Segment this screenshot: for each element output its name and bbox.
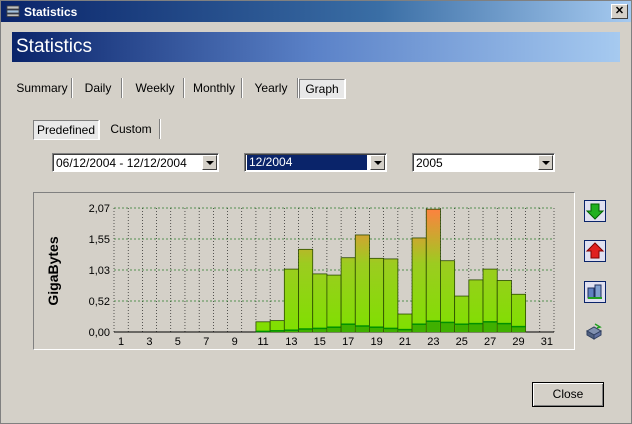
bar-total <box>326 274 342 333</box>
x-tick-labels: 1 3 5 7 9 11 13 15 17 19 21 23 25 27 29 31 <box>118 336 553 348</box>
subtab-predefined[interactable]: Predefined <box>33 120 99 140</box>
bar-upload <box>511 326 526 332</box>
chevron-down-icon[interactable] <box>202 155 217 170</box>
y-tick-label: 2,07 <box>89 203 110 215</box>
close-button[interactable]: Close <box>532 382 604 407</box>
week-select-value: 06/12/2004 - 12/12/2004 <box>56 156 187 170</box>
x-tick-label: 1 <box>118 336 124 348</box>
x-tick-label: 17 <box>342 336 354 348</box>
bar-upload <box>469 323 483 332</box>
app-icon <box>6 5 20 17</box>
x-tick-label: 3 <box>146 336 152 348</box>
upload-view-button[interactable] <box>584 240 606 262</box>
bar-total <box>425 208 441 333</box>
bar-total <box>440 260 456 333</box>
x-tick-label: 29 <box>512 336 524 348</box>
x-tick-label: 13 <box>285 336 297 348</box>
chart-panel: GigaBytes 0,00 0,52 1,03 1,55 2,07 1 3 5 7 9 11 13… <box>33 192 575 350</box>
bar-upload <box>412 324 426 332</box>
chevron-down-icon[interactable] <box>370 155 385 170</box>
export-icon <box>585 323 603 340</box>
download-view-button[interactable] <box>584 200 606 222</box>
stacked-arrows-icon <box>587 284 602 299</box>
year-select[interactable]: 2005 <box>412 153 555 172</box>
bar-total <box>383 258 399 333</box>
window-close-button[interactable]: ✕ <box>611 4 628 19</box>
bar-total <box>411 237 427 333</box>
x-tick-label: 19 <box>370 336 382 348</box>
y-tick-label: 1,03 <box>89 265 110 277</box>
x-tick-label: 23 <box>427 336 439 348</box>
bars <box>255 208 527 333</box>
bar-total <box>298 248 314 333</box>
week-select[interactable]: 06/12/2004 - 12/12/2004 <box>52 153 219 172</box>
subtab-custom[interactable]: Custom <box>103 119 160 139</box>
title-bar[interactable]: Statistics ✕ <box>1 1 631 22</box>
bar-total <box>312 273 328 333</box>
page-title: Statistics <box>12 32 620 62</box>
y-axis-label: GigaBytes <box>45 236 61 305</box>
tab-summary[interactable]: Summary <box>13 78 72 98</box>
y-tick-label: 0,52 <box>89 296 110 308</box>
bar-upload <box>341 324 355 332</box>
x-tick-label: 11 <box>257 336 268 348</box>
arrow-down-green-icon <box>585 203 605 220</box>
tab-yearly[interactable]: Yearly <box>245 78 298 98</box>
y-tick-labels: 0,00 0,52 1,03 1,55 2,07 <box>89 203 110 339</box>
tab-weekly[interactable]: Weekly <box>127 78 184 98</box>
x-tick-label: 21 <box>399 336 411 348</box>
month-select[interactable]: 12/2004 <box>244 153 387 172</box>
x-tick-label: 31 <box>541 336 553 348</box>
chevron-down-icon[interactable] <box>538 155 553 170</box>
tab-daily[interactable]: Daily <box>75 78 122 98</box>
x-tick-label: 5 <box>175 336 181 348</box>
bar-upload <box>483 321 497 332</box>
bar-total <box>283 268 299 333</box>
combined-view-button[interactable] <box>584 281 606 303</box>
bar-total <box>340 257 356 333</box>
x-tick-label: 25 <box>456 336 468 348</box>
bar-upload <box>426 321 440 332</box>
bar-upload <box>355 326 369 332</box>
bar-upload <box>497 323 511 332</box>
x-tick-label: 27 <box>484 336 496 348</box>
y-tick-label: 0,00 <box>89 327 110 339</box>
x-tick-label: 15 <box>314 336 326 348</box>
month-select-value: 12/2004 <box>247 155 367 170</box>
window-title: Statistics <box>24 5 78 19</box>
tab-monthly[interactable]: Monthly <box>187 78 242 98</box>
bar-total <box>354 234 370 333</box>
x-tick-label: 9 <box>232 336 238 348</box>
x-tick-label: 7 <box>203 336 209 348</box>
bar-upload <box>440 322 455 332</box>
statistics-window: Statistics ✕ Statistics Summary Daily We… <box>0 0 632 424</box>
bar-total <box>255 321 271 333</box>
arrow-up-red-icon <box>585 242 605 259</box>
year-select-value: 2005 <box>416 156 443 170</box>
y-tick-label: 1,55 <box>89 234 110 246</box>
export-button[interactable] <box>584 321 606 343</box>
bandwidth-chart: GigaBytes 0,000,521,031,552,07 1 3 5 7 9 11 13… <box>45 203 555 348</box>
bar-total <box>369 257 385 333</box>
tab-graph[interactable]: Graph <box>299 79 345 99</box>
bar-upload <box>455 324 469 332</box>
